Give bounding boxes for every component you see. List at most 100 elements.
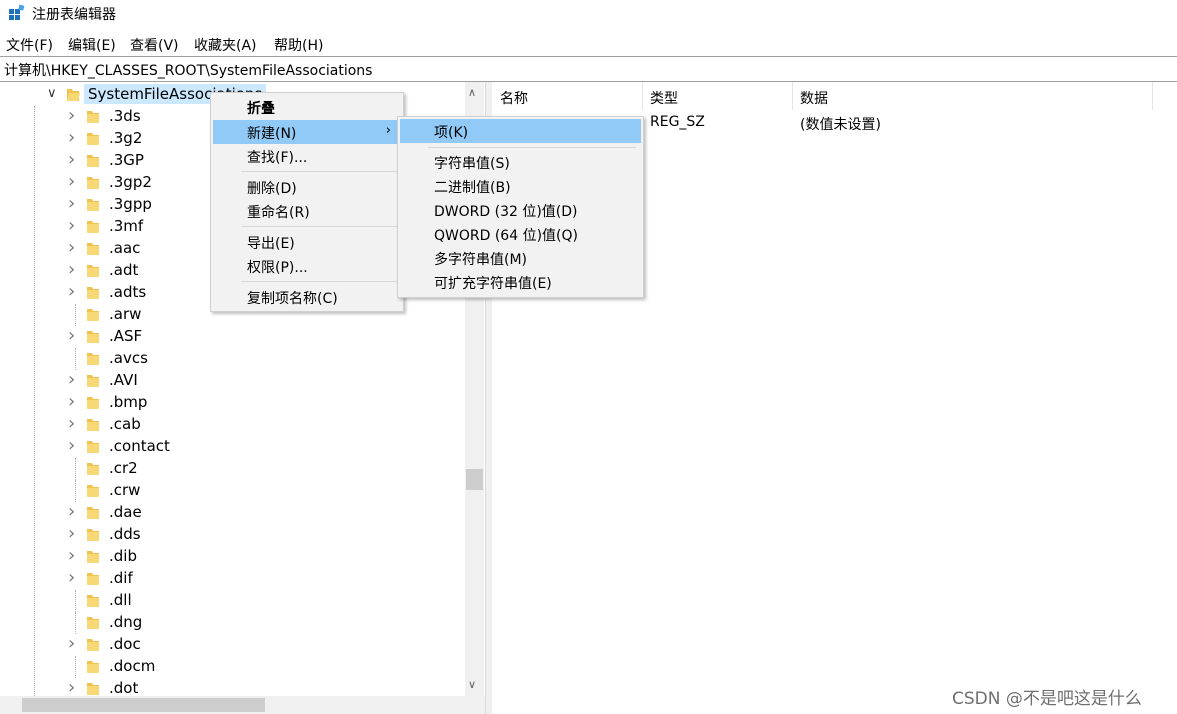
tree-node-label: .dif [109, 569, 133, 587]
tree-node[interactable]: › .ASF [0, 325, 465, 348]
folder-icon [87, 485, 99, 497]
chevron-right-icon[interactable]: › [68, 391, 80, 412]
chevron-right-icon[interactable]: › [68, 281, 80, 302]
chevron-right-icon[interactable]: › [68, 435, 80, 456]
chevron-right-icon[interactable]: › [68, 215, 80, 236]
chevron-right-icon[interactable]: › [68, 237, 80, 258]
tree-node-label: .dot [109, 679, 139, 696]
menu-item-rename[interactable]: 重命名(R) [213, 199, 401, 223]
value-data-cell[interactable]: (数值未设置) [800, 114, 881, 134]
chevron-right-icon[interactable]: › [68, 523, 80, 544]
submenu-item-multi-string[interactable]: 多字符串值(M) [400, 246, 641, 270]
tree-node[interactable]: › .dib [0, 545, 465, 568]
chevron-right-icon[interactable]: › [68, 501, 80, 522]
tree-node[interactable]: .avcs [0, 348, 465, 370]
tree-node-label: .dds [109, 525, 141, 543]
chevron-right-icon[interactable]: › [68, 325, 80, 346]
submenu-item-binary[interactable]: 二进制值(B) [400, 174, 641, 198]
menu-item-collapse[interactable]: 折叠 [213, 95, 401, 119]
chevron-right-icon[interactable]: › [68, 193, 80, 214]
value-type-cell[interactable]: REG_SZ [650, 114, 705, 130]
submenu-item-qword[interactable]: QWORD (64 位)值(Q) [400, 222, 641, 246]
tree-node[interactable]: .dll [0, 590, 465, 612]
tree-node-label: .adt [109, 261, 139, 279]
tree-node[interactable]: .dng [0, 612, 465, 634]
tree-node[interactable]: › .doc [0, 633, 465, 656]
tree-connector-line [75, 612, 77, 634]
tree-node-label: .cab [109, 415, 141, 433]
column-header-type[interactable]: 类型 [642, 82, 793, 110]
tree-node[interactable]: .cr2 [0, 458, 465, 480]
menu-item-new-label: 新建(N) [247, 126, 297, 142]
folder-icon [87, 441, 99, 453]
chevron-right-icon[interactable]: › [68, 413, 80, 434]
folder-icon [87, 617, 99, 629]
menu-item-find[interactable]: 查找(F)... [213, 144, 401, 168]
folder-icon [87, 661, 99, 673]
menu-item-export[interactable]: 导出(E) [213, 230, 401, 254]
submenu-item-dword[interactable]: DWORD (32 位)值(D) [400, 198, 641, 222]
chevron-right-icon[interactable]: › [68, 369, 80, 390]
tree-node-label: .aac [109, 239, 141, 257]
scroll-down-icon[interactable]: ∨ [468, 678, 476, 691]
menu-favorites[interactable]: 收藏夹(A) [194, 35, 257, 55]
folder-icon [87, 199, 99, 211]
tree-node[interactable]: › .dot [0, 677, 465, 696]
tree-node[interactable]: › .cab [0, 413, 465, 436]
chevron-right-icon[interactable]: › [68, 127, 80, 148]
chevron-right-icon[interactable]: › [68, 567, 80, 588]
tree-node[interactable]: › .AVI [0, 369, 465, 392]
menu-separator [241, 171, 401, 172]
submenu-item-string-label: 字符串值(S) [434, 156, 510, 172]
column-header-name[interactable]: 名称 [492, 82, 643, 110]
chevron-right-icon[interactable]: › [68, 105, 80, 126]
watermark: CSDN @不是吧这是什么 [952, 689, 1142, 709]
menu-edit[interactable]: 编辑(E) [68, 35, 116, 55]
address-path: 计算机\HKEY_CLASSES_ROOT\SystemFileAssociat… [4, 63, 373, 79]
scroll-up-icon[interactable]: ∧ [468, 86, 476, 99]
chevron-right-icon[interactable]: › [68, 149, 80, 170]
folder-icon [87, 419, 99, 431]
tree-node-label: .dae [109, 503, 142, 521]
tree-node-label: .doc [109, 635, 141, 653]
tree-node[interactable]: .crw [0, 480, 465, 502]
column-header-data[interactable]: 数据 [792, 82, 1153, 110]
submenu-item-key[interactable]: 项(K) [400, 119, 641, 143]
folder-icon [87, 595, 99, 607]
tree-horizontal-scrollbar[interactable] [0, 696, 485, 714]
menu-item-copy-key-name[interactable]: 复制项名称(C) [213, 285, 401, 309]
tree-node-label: .3g2 [109, 129, 143, 147]
menu-item-permissions[interactable]: 权限(P)... [213, 254, 401, 278]
tree-node[interactable]: › .dds [0, 523, 465, 546]
folder-icon [87, 309, 99, 321]
chevron-right-icon[interactable]: › [68, 545, 80, 566]
menu-divider [0, 56, 1177, 57]
chevron-down-icon[interactable]: ∨ [47, 86, 57, 101]
menu-file[interactable]: 文件(F) [6, 35, 53, 55]
chevron-right-icon[interactable]: › [68, 677, 80, 696]
address-bar[interactable]: 计算机\HKEY_CLASSES_ROOT\SystemFileAssociat… [0, 58, 1177, 82]
tree-node-label: .dll [109, 591, 132, 609]
folder-icon [87, 573, 99, 585]
menu-view[interactable]: 查看(V) [130, 35, 179, 55]
tree-connector-line [75, 304, 77, 326]
menu-help[interactable]: 帮助(H) [274, 35, 323, 55]
menu-separator [241, 226, 401, 227]
folder-icon [87, 529, 99, 541]
tree-node[interactable]: › .dif [0, 567, 465, 590]
chevron-right-icon[interactable]: › [68, 259, 80, 280]
submenu-item-string[interactable]: 字符串值(S) [400, 150, 641, 174]
chevron-right-icon[interactable]: › [68, 171, 80, 192]
tree-node[interactable]: › .bmp [0, 391, 465, 414]
window-title: 注册表编辑器 [32, 7, 116, 23]
submenu-item-expandable-string[interactable]: 可扩充字符串值(E) [400, 270, 641, 294]
menu-item-new[interactable]: 新建(N) › [213, 120, 401, 144]
menu-item-delete[interactable]: 删除(D) [213, 175, 401, 199]
horizontal-scroll-thumb[interactable] [22, 698, 265, 712]
tree-node[interactable]: › .contact [0, 435, 465, 458]
scroll-thumb[interactable] [466, 469, 483, 490]
chevron-right-icon[interactable]: › [68, 633, 80, 654]
tree-node[interactable]: › .dae [0, 501, 465, 524]
tree-node[interactable]: .docm [0, 656, 465, 678]
tree-node-label: .3gp2 [109, 173, 152, 191]
